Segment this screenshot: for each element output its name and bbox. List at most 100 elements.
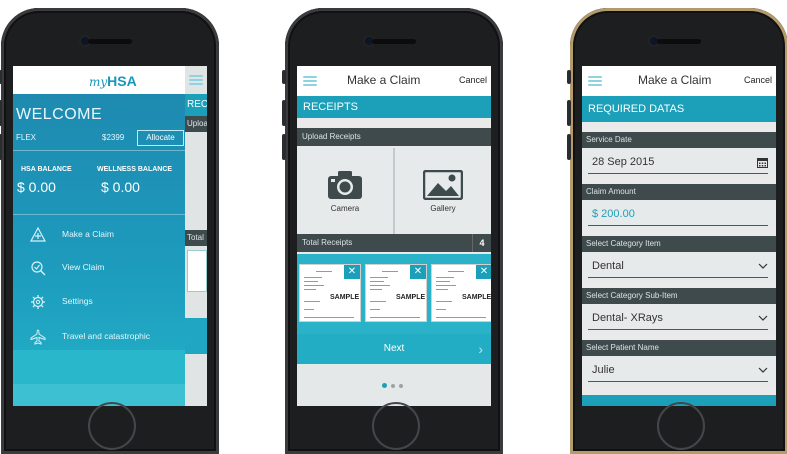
page-dot-active — [382, 383, 387, 388]
category-item-label: Select Category Item — [582, 236, 776, 252]
earpiece-speaker — [88, 39, 132, 44]
menu-item-label: Make a Claim — [62, 229, 114, 239]
hamburger-icon[interactable] — [588, 76, 602, 86]
menu-item-label: View Claim — [62, 262, 105, 272]
mute-switch — [567, 70, 571, 84]
divider — [13, 150, 185, 151]
underlying-claim-panel[interactable]: RECEIPTS Upload Receipts Total Receipts — [185, 66, 207, 406]
panel-receipt-thumbnail — [187, 250, 207, 292]
chevron-down-icon — [758, 367, 768, 373]
nav-bar: Make a Claim Cancel — [582, 66, 776, 96]
field-underline — [588, 329, 768, 330]
sample-label: SAMPLE — [396, 294, 426, 301]
wellness-balance-label: WELLNESS BALANCE — [97, 166, 173, 173]
welcome-heading: WELCOME — [16, 106, 103, 123]
panel-next-bar — [185, 318, 207, 354]
remove-receipt-button[interactable]: ✕ — [410, 265, 426, 279]
chevron-down-icon — [758, 315, 768, 321]
total-receipts-label: Total Receipts 4 — [297, 234, 491, 252]
receipt-thumbnail[interactable]: SAMPLE ✕ — [365, 264, 427, 322]
next-button[interactable]: Next › — [297, 334, 491, 364]
earpiece-speaker — [372, 39, 416, 44]
cancel-button[interactable]: Cancel — [744, 75, 772, 85]
panel-total-label: Total Receipts — [185, 230, 207, 246]
patient-name-label: Select Patient Name — [582, 340, 776, 356]
home-button — [88, 402, 136, 450]
camera-icon — [328, 171, 362, 199]
screen: myHSA RECEIPTS Upload Receipts Total Rec… — [13, 66, 207, 406]
page-dot — [391, 384, 395, 388]
patient-name-select[interactable]: Julie — [582, 356, 776, 386]
page-indicator — [297, 364, 491, 406]
gallery-button[interactable]: Gallery — [395, 148, 491, 234]
phone-required-data: Make a Claim Cancel REQUIRED DATAS Servi… — [567, 8, 787, 454]
earpiece-speaker — [657, 39, 701, 44]
menu-item-make-claim[interactable]: Make a Claim — [13, 220, 185, 250]
camera-button[interactable]: Camera — [297, 148, 393, 234]
section-header: REQUIRED DATAS — [582, 96, 776, 122]
allocate-button[interactable]: Allocate — [137, 130, 184, 146]
phone-home-menu: myHSA RECEIPTS Upload Receipts Total Rec… — [0, 8, 219, 454]
flex-label: FLEX — [16, 133, 37, 142]
category-item-select[interactable]: Dental — [582, 252, 776, 282]
volume-down-button — [282, 134, 286, 160]
gallery-label: Gallery — [430, 204, 456, 213]
field-underline — [588, 381, 768, 382]
receipt-thumbnail[interactable]: SAMPLE ✕ — [431, 264, 491, 322]
volume-up-button — [282, 100, 286, 126]
calendar-icon[interactable] — [757, 157, 768, 168]
camera-label: Camera — [330, 204, 360, 213]
hamburger-icon[interactable] — [303, 76, 317, 86]
phone-receipts: Make a Claim Cancel RECEIPTS Upload Rece… — [282, 8, 503, 454]
claim-amount-label: Claim Amount — [582, 184, 776, 200]
magnifier-check-icon — [31, 261, 46, 276]
category-sub-item-select[interactable]: Dental- XRays — [582, 304, 776, 334]
page-title: Make a Claim — [638, 73, 712, 87]
section-header: RECEIPTS — [297, 96, 491, 118]
service-date-field[interactable]: 28 Sep 2015 — [582, 148, 776, 178]
field-underline — [588, 277, 768, 278]
menu-item-label: Travel and catastrophic — [62, 331, 151, 341]
category-item-value: Dental — [592, 260, 624, 272]
volume-up-button — [0, 100, 2, 126]
remove-receipt-button[interactable]: ✕ — [344, 265, 360, 279]
hamburger-icon[interactable] — [189, 75, 203, 85]
mute-switch — [282, 70, 286, 84]
plus-triangle-icon — [30, 227, 46, 242]
next-label: Next — [383, 343, 405, 354]
claim-amount-input[interactable]: $ 200.00 — [582, 200, 776, 230]
nav-bar: Make a Claim Cancel — [297, 66, 491, 96]
cancel-button[interactable]: Cancel — [459, 75, 487, 85]
menu-item-travel[interactable]: Travel and catastrophic — [13, 322, 185, 352]
sample-label: SAMPLE — [462, 294, 491, 301]
wellness-balance-value: $ 0.00 — [101, 179, 140, 195]
menu-item-settings[interactable]: Settings — [13, 287, 185, 317]
service-date-label: Service Date — [582, 132, 776, 148]
screen: Make a Claim Cancel REQUIRED DATAS Servi… — [582, 66, 776, 406]
top-bar: myHSA — [13, 66, 207, 94]
hsa-balance-label: HSA BALANCE — [21, 166, 72, 173]
receipt-count-badge: 4 — [472, 234, 491, 252]
flex-amount: $2399 — [102, 133, 125, 142]
receipt-thumbnail[interactable]: SAMPLE ✕ — [299, 264, 361, 322]
field-underline — [588, 173, 768, 174]
hsa-balance-value: $ 0.00 — [17, 179, 56, 195]
sample-label: SAMPLE — [330, 294, 360, 301]
gallery-icon — [423, 170, 463, 200]
volume-up-button — [567, 100, 571, 126]
footer-band — [13, 384, 185, 406]
menu-item-label: Settings — [62, 296, 93, 306]
category-sub-item-value: Dental- XRays — [592, 312, 663, 324]
page-dot — [399, 384, 403, 388]
service-date-value: 28 Sep 2015 — [592, 156, 655, 168]
app-logo: myHSA — [89, 73, 137, 89]
chevron-right-icon: › — [478, 341, 483, 357]
claim-amount-value: $ 200.00 — [592, 208, 635, 220]
flex-row: FLEX $2399 Allocate — [16, 130, 186, 146]
remove-receipt-button[interactable]: ✕ — [476, 265, 491, 279]
patient-name-value: Julie — [592, 364, 615, 376]
panel-upload-label: Upload Receipts — [185, 116, 207, 132]
page-title: Make a Claim — [347, 73, 421, 87]
menu-item-view-claim[interactable]: View Claim — [13, 253, 185, 283]
airplane-icon — [30, 329, 46, 345]
